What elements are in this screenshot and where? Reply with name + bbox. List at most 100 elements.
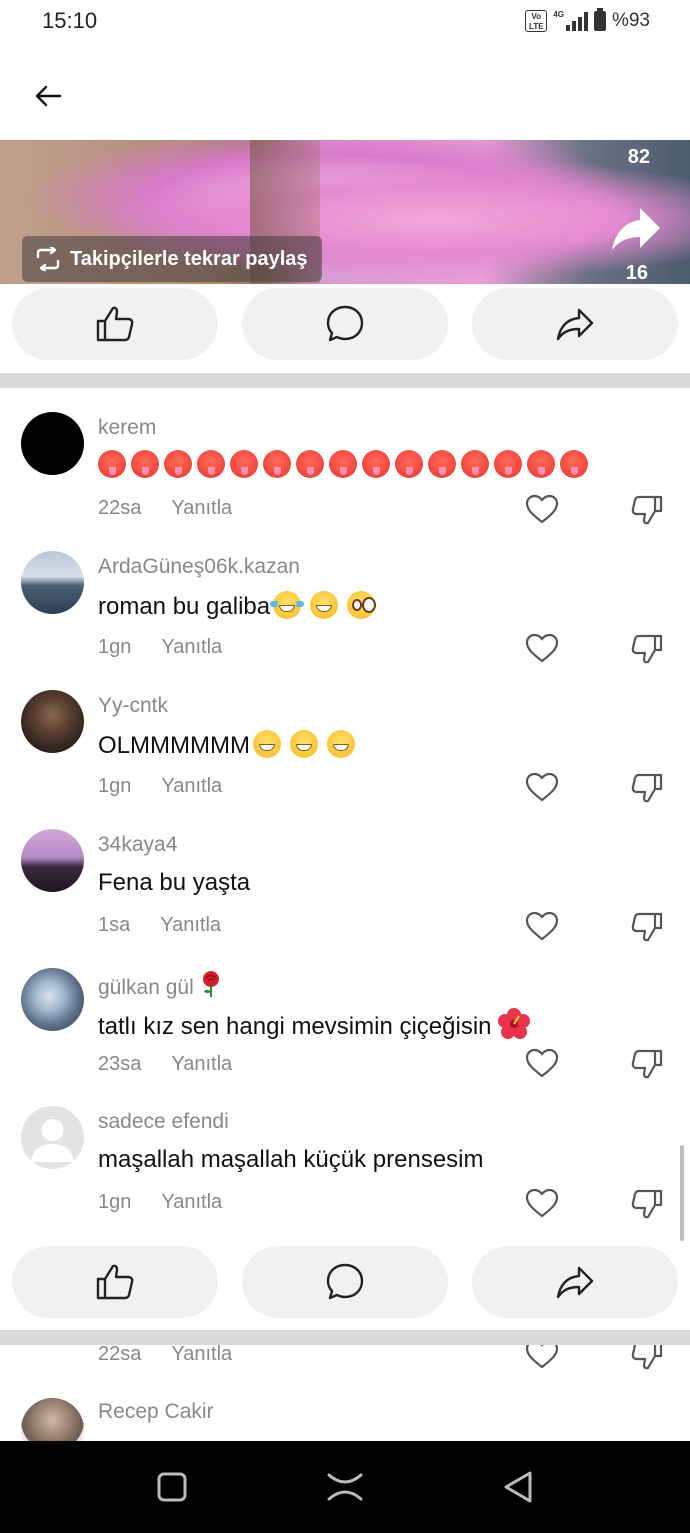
comment-username[interactable]: gülkan gül — [98, 976, 194, 999]
section-divider — [0, 1330, 690, 1345]
comment-text-row: tatlı kız sen hangi mevsimin çiçeğisin — [98, 1008, 530, 1041]
video-preview[interactable]: Takipçilerle tekrar paylaş 82 16 — [0, 140, 690, 284]
comment-bubble-icon — [326, 1263, 364, 1300]
heart-icon[interactable] — [525, 1188, 559, 1218]
avatar[interactable] — [21, 412, 84, 475]
section-divider — [0, 373, 690, 388]
home-icon[interactable] — [326, 1471, 364, 1503]
grinning-emoji — [326, 730, 355, 758]
avatar[interactable] — [21, 829, 84, 892]
hot-face-emoji — [395, 450, 423, 478]
reply-button[interactable]: Yanıtla — [171, 497, 232, 520]
avatar[interactable] — [21, 968, 84, 1031]
like-action-button[interactable] — [12, 1246, 218, 1318]
comment-username[interactable]: ArdaGüneş06k.kazan — [98, 555, 300, 579]
reply-button[interactable]: Yanıtla — [161, 636, 222, 659]
comment-time: 1sa — [98, 914, 131, 936]
hot-face-emoji — [329, 450, 357, 478]
recent-apps-icon[interactable] — [156, 1471, 188, 1503]
reply-button[interactable]: Yanıtla — [160, 914, 221, 937]
tears-of-joy-emoji — [270, 591, 305, 619]
share-icon — [556, 1266, 594, 1299]
avatar[interactable] — [21, 551, 84, 614]
hot-face-emoji — [164, 450, 192, 478]
thumbs-down-icon[interactable] — [630, 1048, 664, 1080]
hibiscus-emoji — [497, 1008, 530, 1039]
avatar[interactable] — [21, 1398, 84, 1441]
comment-time: 1gn — [98, 636, 132, 658]
heart-icon[interactable] — [525, 1048, 559, 1078]
share-action-button[interactable] — [472, 1246, 678, 1318]
comment-text: tatlı kız sen hangi mevsimin çiçeğisin — [98, 1013, 492, 1040]
hot-face-emoji — [428, 450, 456, 478]
hot-face-emoji — [131, 450, 159, 478]
share-count-top: 82 — [627, 146, 650, 168]
back-nav-icon[interactable] — [502, 1469, 534, 1505]
heart-icon[interactable] — [525, 911, 559, 941]
hot-face-emoji — [263, 450, 291, 478]
comment-username[interactable]: kerem — [98, 416, 156, 440]
thumbs-down-icon[interactable] — [630, 772, 664, 804]
repost-icon — [36, 247, 60, 271]
comment-time: 23sa — [98, 1053, 142, 1075]
grinning-emoji — [310, 591, 339, 619]
thumbs-down-icon[interactable] — [630, 911, 664, 943]
comment-username[interactable]: sadece efendi — [98, 1110, 229, 1134]
reply-button[interactable]: Yanıtla — [161, 1191, 222, 1214]
heart-icon[interactable] — [525, 1345, 559, 1369]
repost-to-followers-button[interactable]: Takipçilerle tekrar paylaş — [22, 236, 322, 282]
comment-username[interactable]: Recep Cakir — [98, 1400, 214, 1424]
hot-face-emoji — [197, 450, 225, 478]
like-action-button[interactable] — [12, 288, 218, 360]
comment-username[interactable]: Yy-cntk — [98, 694, 168, 718]
default-avatar-icon — [31, 1119, 74, 1162]
heart-icon[interactable] — [525, 494, 559, 524]
comment-time: 22sa — [98, 1345, 142, 1365]
comment-username-row: gülkan gül — [98, 970, 222, 1000]
thumbs-up-icon — [96, 306, 134, 342]
comment-text: Fena bu yaşta — [98, 869, 251, 896]
hot-face-emoji — [527, 450, 555, 478]
thumbs-down-icon[interactable] — [630, 1345, 664, 1371]
share-icon — [556, 308, 594, 341]
volte-icon: Vo LTE — [525, 10, 548, 32]
hot-face-emoji — [560, 450, 588, 478]
reply-button[interactable]: Yanıtla — [161, 775, 222, 798]
thumbs-down-icon[interactable] — [630, 633, 664, 665]
comment-action-button[interactable] — [242, 1246, 448, 1318]
avatar[interactable] — [21, 1106, 84, 1169]
battery-level: %93 — [611, 10, 650, 31]
thumbs-up-icon — [96, 1264, 134, 1300]
thumbs-down-icon[interactable] — [630, 1188, 664, 1220]
thumbs-down-icon[interactable] — [630, 494, 664, 526]
comment-time: 1gn — [98, 1191, 132, 1213]
comment-meta: 22sa Yanıtla — [98, 1345, 232, 1366]
hot-face-emoji — [296, 450, 324, 478]
flushed-emoji — [347, 591, 376, 619]
comment-username[interactable]: 34kaya4 — [98, 833, 177, 857]
hot-face-emoji — [461, 450, 489, 478]
heart-icon[interactable] — [525, 633, 559, 663]
comment-meta: 1gn Yanıtla — [98, 775, 222, 798]
heart-icon[interactable] — [525, 772, 559, 802]
avatar[interactable] — [21, 690, 84, 753]
comment-emoji-row — [98, 450, 593, 480]
comment-item-partial: 22sa Yanıtla — [0, 1345, 690, 1375]
comment-text-row: OLMMMMMM — [98, 730, 360, 760]
grinning-emoji — [252, 730, 281, 758]
scrollbar[interactable] — [680, 1145, 684, 1241]
comment-meta: 22sa Yanıtla — [98, 497, 232, 520]
repost-label: Takipçilerle tekrar paylaş — [70, 247, 308, 270]
back-button[interactable] — [30, 78, 70, 114]
share-arrow-icon[interactable] — [610, 204, 662, 254]
comment-action-button[interactable] — [242, 288, 448, 360]
comment-meta: 23sa Yanıtla — [98, 1053, 232, 1076]
comment-time: 1gn — [98, 775, 132, 797]
reply-button[interactable]: Yanıtla — [171, 1053, 232, 1076]
arrow-left-icon — [35, 85, 62, 107]
comment-meta: 1gn Yanıtla — [98, 1191, 222, 1214]
comment-bubble-icon — [326, 305, 364, 342]
share-action-button[interactable] — [472, 288, 678, 360]
reply-button[interactable]: Yanıtla — [171, 1345, 232, 1366]
hot-face-emoji — [98, 450, 126, 478]
